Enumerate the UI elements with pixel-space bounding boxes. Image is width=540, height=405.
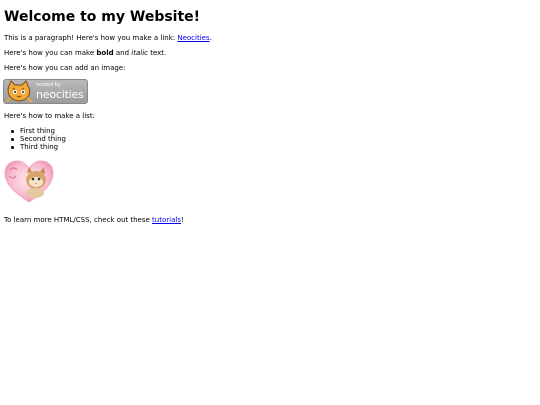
- list-item-label: First thing: [20, 127, 55, 135]
- page-title: Welcome to my Website!: [4, 9, 201, 25]
- heart-kitten-image: [4, 160, 54, 207]
- image-paragraph: Here's how you can add an image:: [4, 64, 126, 72]
- hosted-by-neocities-badge[interactable]: hosted by neocities: [3, 79, 88, 104]
- list-paragraph: Here's how to make a list:: [4, 112, 95, 120]
- tutorials-link[interactable]: tutorials: [152, 216, 181, 224]
- bullet-icon: [11, 138, 14, 141]
- list-item: First thing: [11, 127, 66, 135]
- bold-text: bold: [96, 49, 114, 57]
- list-item-label: Third thing: [20, 143, 59, 151]
- footer-end: !: [180, 216, 184, 224]
- list-item-label: Second thing: [20, 135, 66, 143]
- footer-paragraph: To learn more HTML/CSS, check out these …: [4, 216, 184, 225]
- neocities-cat-icon: [5, 80, 35, 103]
- page: Welcome to my Website! This is a paragra…: [0, 0, 540, 405]
- bullet-icon: [11, 146, 14, 149]
- thing-list: First thing Second thing Third thing: [11, 127, 66, 151]
- italic-text: italic: [131, 49, 148, 57]
- list-item: Third thing: [11, 143, 66, 151]
- formatting-pre: Here's how you can make: [4, 49, 97, 57]
- bullet-icon: [11, 130, 14, 133]
- formatting-mid: and: [113, 49, 132, 57]
- badge-brand-text: neocities: [36, 88, 84, 101]
- formatting-end: text.: [147, 49, 167, 57]
- intro-paragraph: This is a paragraph! Here's how you make…: [4, 34, 212, 43]
- list-item: Second thing: [11, 135, 66, 143]
- neocities-link[interactable]: Neocities: [177, 34, 209, 42]
- intro-end: .: [209, 34, 212, 42]
- intro-text: This is a paragraph! Here's how you make…: [4, 34, 178, 42]
- footer-text: To learn more HTML/CSS, check out these: [4, 216, 153, 224]
- formatting-paragraph: Here's how you can make bold and italic …: [4, 49, 166, 58]
